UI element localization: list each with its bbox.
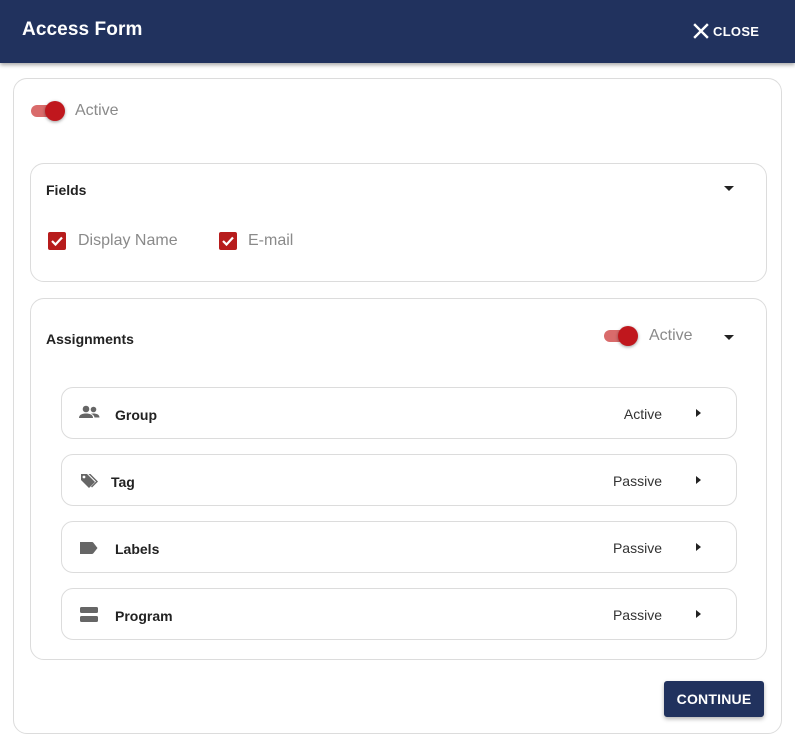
storage-icon <box>77 603 101 627</box>
group-icon <box>77 402 101 426</box>
assignment-label: Group <box>115 407 157 423</box>
assignment-row-program[interactable]: Program Passive <box>61 588 737 640</box>
close-button[interactable]: CLOSE <box>693 20 759 42</box>
continue-button[interactable]: CONTINUE <box>664 681 764 717</box>
check-icon <box>222 236 234 247</box>
assignment-label: Tag <box>111 474 135 490</box>
close-icon <box>693 23 709 39</box>
assignment-status: Passive <box>612 540 662 556</box>
assignment-status: Active <box>623 406 662 422</box>
assignment-label: Program <box>115 608 173 624</box>
fields-collapse-icon[interactable] <box>724 186 734 191</box>
assignment-row-group[interactable]: Group Active <box>61 387 737 439</box>
dialog-header: Access Form CLOSE <box>0 0 795 63</box>
toggle-thumb <box>618 326 638 346</box>
display-name-checkbox[interactable] <box>48 232 66 250</box>
label-icon <box>77 536 101 560</box>
toggle-thumb <box>45 101 65 121</box>
fields-title: Fields <box>46 182 87 198</box>
assignments-section: Assignments Active Group Active Tag Pass… <box>30 298 767 660</box>
assignments-active-toggle[interactable] <box>604 325 640 347</box>
chevron-right-icon <box>696 476 701 484</box>
assignment-label: Labels <box>115 541 160 557</box>
assignment-row-tag[interactable]: Tag Passive <box>61 454 737 506</box>
fields-section: Fields Display Name E-mail <box>30 163 767 282</box>
email-checkbox[interactable] <box>219 232 237 250</box>
assignments-collapse-icon[interactable] <box>724 335 734 340</box>
check-icon <box>51 236 63 247</box>
chevron-right-icon <box>696 409 701 417</box>
assignments-title: Assignments <box>46 331 134 347</box>
display-name-label: Display Name <box>78 232 178 249</box>
chevron-right-icon <box>696 543 701 551</box>
assignments-toggle-label: Active <box>649 327 693 344</box>
chevron-right-icon <box>696 610 701 618</box>
email-label: E-mail <box>248 232 294 249</box>
form-card: Active Fields Display Name E-mail Assign… <box>13 78 782 734</box>
tags-icon <box>77 469 101 493</box>
close-label: CLOSE <box>713 23 760 39</box>
assignment-row-labels[interactable]: Labels Passive <box>61 521 737 573</box>
assignment-status: Passive <box>612 607 662 623</box>
active-toggle-label: Active <box>75 102 119 119</box>
assignment-status: Passive <box>612 473 662 489</box>
dialog-title: Access Form <box>22 19 143 40</box>
active-toggle[interactable] <box>31 100 67 122</box>
